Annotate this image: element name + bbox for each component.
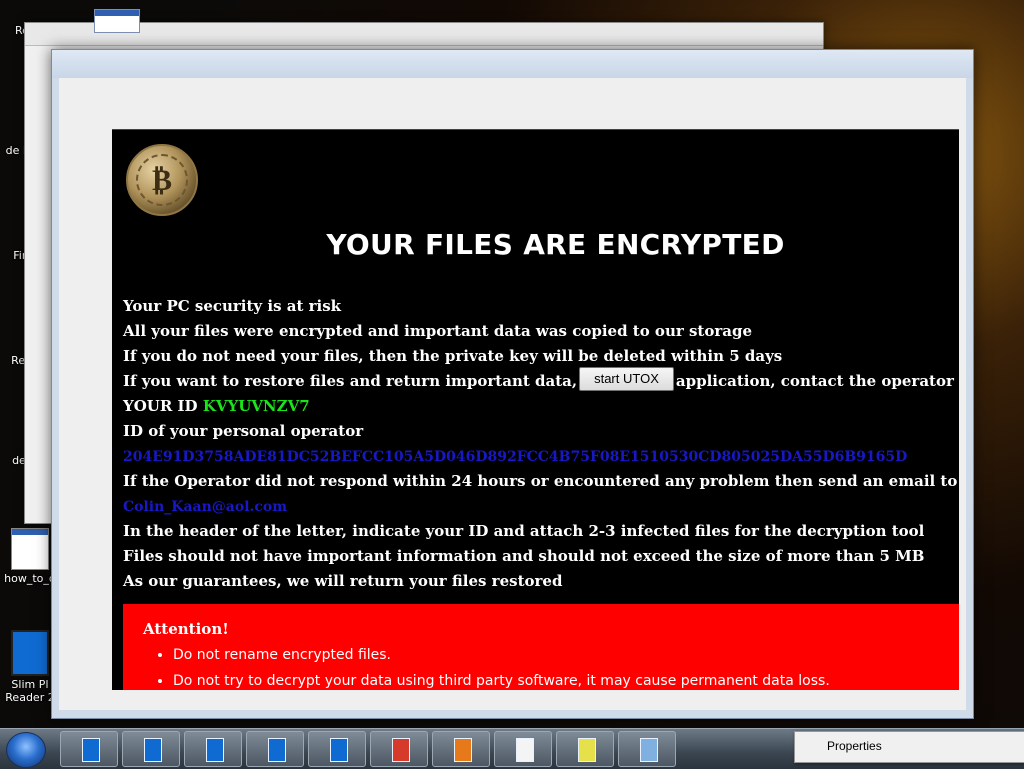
taskbar-button[interactable]	[184, 731, 242, 767]
bitcoin-icon: ₿	[126, 144, 198, 216]
taskbar-button[interactable]	[122, 731, 180, 767]
sticky-notes-icon	[578, 738, 596, 762]
taskbar-button[interactable]	[246, 731, 304, 767]
support-email-link[interactable]: Colin_Kaan@aol.com	[123, 499, 287, 515]
window-titlebar[interactable]	[52, 50, 973, 78]
attention-title: Attention!	[143, 620, 229, 638]
context-menu-properties[interactable]: Properties	[827, 739, 882, 753]
network-icon	[640, 738, 658, 762]
taskbar-button-document[interactable]	[494, 731, 552, 767]
document-icon-bar	[12, 529, 48, 535]
note-line-text: application, contact the operator and en…	[675, 372, 959, 390]
your-id-value: KVYUVNZV7	[202, 397, 310, 415]
paint-icon	[392, 738, 410, 762]
taskbar-button[interactable]	[308, 731, 366, 767]
start-utox-button[interactable]: start UTOX	[579, 367, 674, 391]
start-button[interactable]	[6, 732, 46, 768]
app-icon	[82, 738, 100, 762]
note-line: If you do not need your files, then the …	[123, 347, 783, 365]
app-icon	[206, 738, 224, 762]
note-line: Your PC security is at risk	[123, 297, 342, 315]
attention-item: Do not try to decrypt your data using th…	[173, 668, 830, 690]
context-menu: Properties	[794, 731, 1024, 763]
attention-item: Do not rename encrypted files.	[173, 642, 830, 668]
note-line: In the header of the letter, indicate yo…	[123, 522, 925, 540]
window-thumbnail-icon	[94, 9, 140, 33]
ransom-note-window[interactable]: ₿ YOUR FILES ARE ENCRYPTED Your PC secur…	[51, 49, 974, 719]
taskbar-button-network[interactable]	[618, 731, 676, 767]
document-icon	[11, 528, 49, 570]
slim-reader-icon	[11, 630, 49, 676]
note-line: Files should not have important informat…	[123, 547, 925, 565]
note-line-utox: If you want to restore files and return …	[123, 367, 959, 394]
attention-list: Do not rename encrypted files. Do not tr…	[141, 642, 830, 690]
app-icon	[268, 738, 286, 762]
taskbar-button-paint[interactable]	[370, 731, 428, 767]
attention-box: Attention! Do not rename encrypted files…	[123, 604, 959, 690]
app-icon	[330, 738, 348, 762]
your-id-line: YOUR ID KVYUVNZV7	[123, 394, 953, 419]
office-icon	[454, 738, 472, 762]
note-line-text: If you want to restore files and return …	[123, 372, 578, 390]
operator-id-value: 204E91D3758ADE81DC52BEFCC105A5D046D892FC…	[123, 449, 908, 465]
taskbar-button-notes[interactable]	[556, 731, 614, 767]
operator-label: ID of your personal operator	[123, 422, 364, 440]
background-window-titlebar[interactable]	[25, 23, 823, 46]
app-icon	[144, 738, 162, 762]
taskbar-button-office[interactable]	[432, 731, 490, 767]
taskbar-button[interactable]	[60, 731, 118, 767]
headline: YOUR FILES ARE ENCRYPTED	[326, 228, 785, 261]
note-line: If the Operator did not respond within 2…	[123, 472, 959, 490]
ransom-note-panel: ₿ YOUR FILES ARE ENCRYPTED Your PC secur…	[112, 129, 959, 690]
note-body: Your PC security is at risk All your fil…	[123, 294, 959, 594]
your-id-label: YOUR ID	[123, 397, 198, 415]
note-line: As our guarantees, we will return your f…	[123, 572, 563, 590]
document-icon	[516, 738, 534, 762]
note-line: All your files were encrypted and import…	[123, 322, 753, 340]
